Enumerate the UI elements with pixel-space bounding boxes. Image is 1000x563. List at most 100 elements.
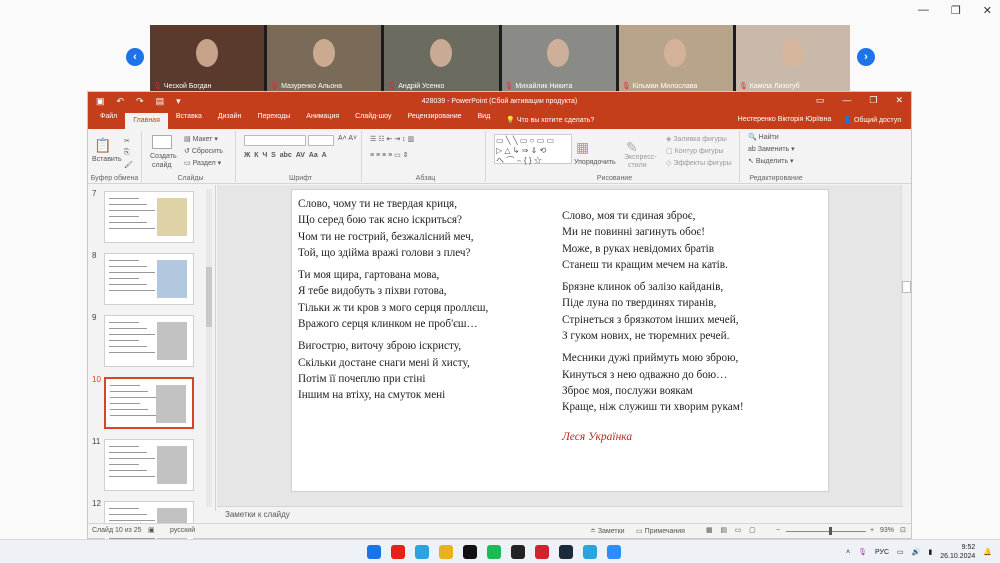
app-oval-icon[interactable] [511,545,525,559]
slide-thumbnail[interactable] [104,377,194,429]
network-icon[interactable]: ▭ [897,548,904,556]
cut-icon[interactable]: ✂ [124,137,130,145]
shape-effects-button[interactable]: ◇ Эффекты фигуры [666,159,732,167]
zoom-in-icon[interactable]: + [870,527,874,534]
pinterest-icon[interactable] [535,545,549,559]
language-indicator[interactable]: РУС [875,549,889,556]
chevron-up-icon[interactable]: ˄ [846,549,850,556]
list-buttons[interactable]: ☰ ☷ ⇤ ⇥ ↕ ▥ [370,135,414,143]
poem-line: Кинуться з нею одважно до бою… [562,368,728,381]
participant-tile[interactable]: 🎙 Андрій Усенко [384,25,499,91]
close-icon[interactable]: ✕ [895,95,903,106]
slide-thumbnail[interactable] [104,439,194,491]
telegram2-icon[interactable] [583,545,597,559]
ribbon-tab[interactable]: Рецензирование [399,113,469,129]
poem-line: Я тебе видобуть з піхви готова, [298,285,447,298]
find-button[interactable]: 🔍 Найти [748,133,779,141]
slide-canvas[interactable]: Слово, чому ти не твердая криця, Що серед… [291,189,829,492]
notes-pane[interactable]: Заметки к слайду [217,506,903,524]
font-style-buttons[interactable]: Ж К Ч S abc AV Aa A [244,152,327,159]
close-icon[interactable]: ✕ [983,4,992,17]
thumbnail-text-line [109,520,155,521]
zoom-level[interactable]: 93% [880,527,894,534]
comments-toggle[interactable]: ▭ Примечания [636,527,685,535]
view-buttons[interactable]: ▦ ▤ ▭ ▢ [706,526,756,534]
section-button[interactable]: ▭ Раздел ▾ [184,159,221,167]
shape-outline-button[interactable]: ▢ Контур фигуры [666,147,724,155]
restore-icon[interactable]: ❐ [951,4,961,17]
ribbon-tab[interactable]: Вид [470,113,499,129]
copy-icon[interactable]: ⎘ [124,149,130,157]
prev-page-button[interactable]: ‹ [126,48,144,66]
ribbon-tab[interactable]: Главная [125,113,168,129]
shape-fill-button[interactable]: ◈ Заливка фигуры [666,135,727,143]
volume-icon[interactable]: 🔊 [912,548,921,556]
ribbon-tab[interactable]: Слайд-шоу [347,113,399,129]
shapes-gallery[interactable]: ▭ ╲ ╲ ▭ ○ ▭ ▭ ▷ △ ↳ ⇒ ⇓ ⟲ ヘ ⌒ ⌢ { } ☆ [494,134,572,165]
participant-tile[interactable]: 🎙 Кільман Милослава [618,25,733,91]
participant-tile[interactable]: 🎙 Мазуренко Альона [267,25,382,91]
select-button[interactable]: ↖ Выделить ▾ [748,157,794,165]
ribbon-tab[interactable]: Дизайн [210,113,250,129]
zoom-slider[interactable] [786,531,866,532]
chrome-icon[interactable] [439,545,453,559]
maximize-icon[interactable]: ❐ [869,95,877,106]
minimize-icon[interactable]: — [918,4,929,17]
tiktok-icon[interactable] [463,545,477,559]
share-button[interactable]: 👤 Общий доступ [843,116,901,124]
zoom-slider-thumb[interactable] [829,527,832,535]
steam-icon[interactable] [559,545,573,559]
muted-mic-icon: 🎙 [738,83,748,90]
tell-me-box[interactable]: 💡 Что вы хотите сделать? [498,116,602,129]
participant-tile[interactable]: 🎙 Каміла Лизогуб [735,25,851,91]
ribbon-tab[interactable]: Вставка [168,113,210,129]
slide-thumbnail[interactable] [104,253,194,305]
new-slide-icon[interactable] [152,135,172,149]
host-window-controls: — ❐ ✕ [918,4,992,17]
telegram-icon[interactable] [415,545,429,559]
microphone-icon[interactable]: 🎙 [858,548,867,556]
replace-button[interactable]: ab Заменить ▾ [748,145,795,153]
font-grow-icon[interactable]: A˄ A˅ [338,135,357,142]
thumbnail-number: 9 [92,313,97,322]
ribbon-tab[interactable]: Переходы [249,113,298,129]
next-page-button[interactable]: › [857,48,875,66]
font-name-field[interactable] [244,135,306,146]
thumbnail-text-line [109,352,155,353]
slide-thumbnail[interactable] [104,191,194,243]
minimize-icon[interactable]: — [842,95,851,106]
zoom-out-icon[interactable]: − [776,527,780,534]
windows-icon[interactable] [367,545,381,559]
paste-icon[interactable]: 📋 [94,137,111,154]
layout-button[interactable]: ▤ Макет ▾ [184,135,218,143]
clock[interactable]: 9:52 26.10.2024 [940,543,975,561]
ribbon-tab[interactable]: Анимация [298,113,347,129]
arrange-icon[interactable]: ▦ [576,139,589,156]
ribbon-tab[interactable]: Файл [92,113,125,129]
slide-thumbnail[interactable] [104,315,194,367]
paste-button[interactable]: Вставить [92,156,122,163]
participant-tile[interactable]: 🎙 Ческой Богдан [150,25,265,91]
participant-tile[interactable]: 🎙 Михайлик Никита [501,25,616,91]
battery-icon[interactable]: ▮ [928,548,932,556]
participant-video [430,39,452,67]
new-slide-button[interactable]: Создать [150,153,177,160]
language-indicator[interactable]: русский [170,527,195,534]
zoom-icon[interactable] [607,545,621,559]
youtube-icon[interactable] [391,545,405,559]
quick-styles-button[interactable]: Экспресс- [624,154,657,161]
thumbnail-scrollbar[interactable] [206,189,212,507]
bell-icon[interactable]: 🔔 [983,548,992,556]
align-buttons[interactable]: ≡ ≡ ≡ ≡ ▭ ⇕ [370,151,409,159]
font-size-field[interactable] [308,135,334,146]
spellcheck-icon[interactable]: ▣ [148,526,155,534]
ribbon-options-icon[interactable]: ▭ [816,95,825,106]
format-painter-icon[interactable]: 🖌 [124,161,133,169]
reset-button[interactable]: ↺ Сбросить [184,147,223,155]
poem-right-column: Слово, моя ти єдиная зброє, Ми не повинні… [562,208,744,422]
notes-toggle[interactable]: ≐ Заметки [590,527,625,535]
spotify-icon[interactable] [487,545,501,559]
arrange-button[interactable]: Упорядочить [574,159,616,166]
slide-scrollbar[interactable] [901,185,911,507]
fit-slide-icon[interactable]: ⊡ [900,526,906,534]
